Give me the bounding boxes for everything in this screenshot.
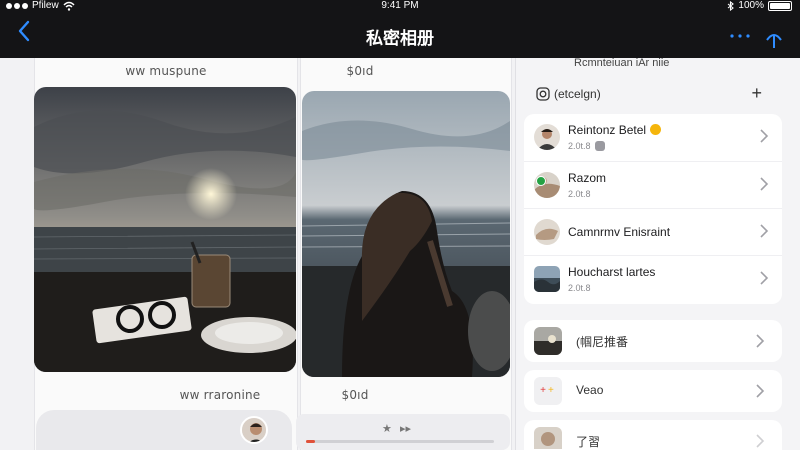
status-time: 9:41 PM <box>381 0 419 11</box>
photo-caption-bottom-1: ww rraronine <box>179 388 261 402</box>
avatar[interactable] <box>240 416 268 444</box>
thumbnail <box>534 266 560 292</box>
list-item-name-text: Reintonz Betel <box>568 123 647 137</box>
playback-progress-fill <box>306 440 316 443</box>
bluetooth-icon <box>728 0 735 11</box>
list-item[interactable]: Reintonz Betel 2.0t.8 <box>524 114 782 161</box>
battery-percent: 100% <box>738 0 764 11</box>
video-icon: ++ <box>534 377 562 405</box>
top-bar: Pfilew 9:41 PM 100% 私密相册 <box>0 0 800 58</box>
chevron-right-icon <box>760 129 769 143</box>
star-icon[interactable]: ★ <box>382 422 392 435</box>
status-bar: Pfilew 9:41 PM 100% <box>0 0 800 14</box>
playback-progress[interactable] <box>306 440 494 443</box>
album-side-panel: Rcmnteiuan iAr niie (etcelgn) + Reintonz… <box>515 58 800 450</box>
list-item[interactable]: Camnrmv Enisraint <box>524 208 782 255</box>
battery-icon <box>768 0 792 11</box>
album-thumbnail <box>534 427 562 449</box>
more-icon[interactable] <box>728 24 752 40</box>
list-item-date: 2.0t.8 <box>568 141 591 151</box>
album-card-label: 了習 <box>576 435 601 449</box>
chevron-right-icon <box>760 271 769 285</box>
partial-row-label: Rcmnteiuan iAr niie <box>574 58 670 68</box>
lock-icon <box>594 141 605 151</box>
album-card-label: (帼尼推番 <box>576 335 628 349</box>
partial-row: Rcmnteiuan iAr niie <box>526 58 796 68</box>
sunset-beach-photo[interactable] <box>34 87 296 372</box>
verified-check-icon <box>536 176 546 186</box>
chevron-right-icon <box>760 177 769 191</box>
status-right: 100% <box>727 0 792 11</box>
gold-badge-icon <box>650 124 662 135</box>
avatar <box>534 124 560 150</box>
list-item[interactable]: Houcharst lartes 2.0t.8 <box>524 255 782 302</box>
upload-icon[interactable] <box>762 28 786 50</box>
instagram-icon <box>536 87 550 101</box>
video-card[interactable]: ++ Veao <box>524 370 782 412</box>
list-item[interactable]: Razom 2.0t.8 <box>524 161 782 208</box>
plus-icon[interactable]: + <box>751 83 762 104</box>
avatar <box>534 219 560 245</box>
list-item-name: Reintonz Betel <box>568 123 662 137</box>
section-label: (etcelgn) <box>554 87 601 101</box>
chevron-right-icon <box>756 434 765 448</box>
list-item-date: 2.0t.8 <box>568 283 591 293</box>
list-item-name: Houcharst lartes <box>568 265 656 279</box>
photo-caption-bottom-2: $0ıd <box>341 388 369 402</box>
page-title: 私密相册 <box>366 29 434 48</box>
contact-list: Reintonz Betel 2.0t.8 Razom 2.0t.8 Camnr… <box>524 114 782 304</box>
chevron-right-icon <box>756 384 765 398</box>
album-thumbnail <box>534 327 562 355</box>
list-item-subtitle: 2.0t.8 <box>568 189 591 199</box>
list-item-date: 2.0t.8 <box>568 189 591 199</box>
list-item-name: Camnrmv Enisraint <box>568 225 671 239</box>
album-card[interactable]: (帼尼推番 <box>524 320 782 362</box>
list-item-name: Razom <box>568 171 607 185</box>
fast-forward-icon[interactable]: ▸▸ <box>400 422 411 435</box>
list-item-subtitle: 2.0t.8 <box>568 141 605 151</box>
album-card[interactable]: 了習 <box>524 420 782 450</box>
woman-silhouette-photo[interactable] <box>302 91 510 377</box>
photo-gallery: ww muspune $0ıd ww rraronine $0ıd ★ ▸▸ <box>0 58 515 450</box>
chevron-right-icon <box>760 224 769 238</box>
section-header: (etcelgn) + <box>526 83 786 106</box>
list-item-subtitle: 2.0t.8 <box>568 283 591 293</box>
media-player: ★ ▸▸ <box>296 414 510 450</box>
photo-caption-top-1: ww muspune <box>125 64 207 78</box>
photo-caption-top-2: $0ıd <box>346 64 374 78</box>
video-card-label: Veao <box>576 383 604 397</box>
chevron-right-icon <box>756 334 765 348</box>
